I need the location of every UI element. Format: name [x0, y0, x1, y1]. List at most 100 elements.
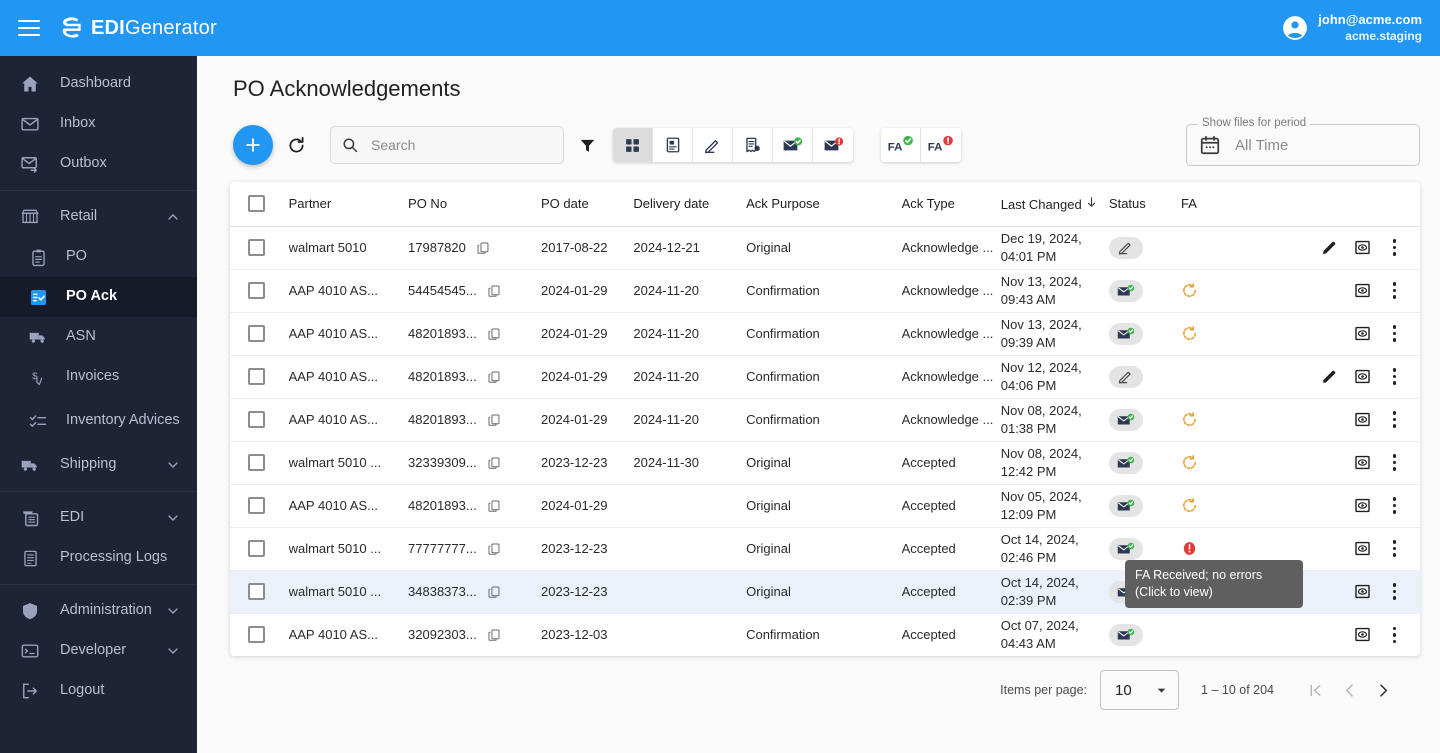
- fa-ok-filter-button[interactable]: FA: [881, 128, 921, 162]
- row-more-menu-button[interactable]: [1387, 625, 1403, 646]
- header-po-date[interactable]: PO date: [541, 182, 634, 227]
- view-document-button[interactable]: [1354, 282, 1371, 299]
- copy-icon[interactable]: [476, 241, 490, 255]
- add-new-button[interactable]: [233, 125, 273, 165]
- copy-icon[interactable]: [487, 499, 501, 513]
- row-more-menu-button[interactable]: [1387, 280, 1403, 301]
- row-more-menu-button[interactable]: [1387, 538, 1403, 559]
- status-badge[interactable]: [1108, 623, 1143, 646]
- copy-icon[interactable]: [487, 284, 501, 298]
- table-row[interactable]: AAP 4010 AS... 54454545... 2024-01-29 20…: [230, 269, 1420, 313]
- header-fa[interactable]: FA: [1181, 182, 1287, 227]
- status-badge[interactable]: [1108, 365, 1143, 388]
- table-row[interactable]: AAP 4010 AS... 48201893... 2024-01-29 20…: [230, 398, 1420, 442]
- copy-icon[interactable]: [487, 542, 501, 556]
- row-checkbox[interactable]: [248, 411, 265, 428]
- row-more-menu-button[interactable]: [1387, 366, 1403, 387]
- sidebar-item-po[interactable]: PO: [0, 237, 197, 277]
- status-badge[interactable]: [1108, 236, 1143, 259]
- view-document-button[interactable]: [1354, 454, 1371, 471]
- table-row[interactable]: walmart 5010 ... 32339309... 2023-12-23 …: [230, 441, 1420, 485]
- search-input[interactable]: [371, 137, 551, 153]
- sidebar-item-invoices[interactable]: $ Invoices: [0, 357, 197, 397]
- row-checkbox[interactable]: [248, 454, 265, 471]
- hamburger-menu-icon[interactable]: [18, 20, 40, 36]
- table-row[interactable]: walmart 5010 17987820 2017-08-22 2024-12…: [230, 226, 1420, 270]
- next-page-button[interactable]: [1366, 673, 1400, 707]
- fa-pending-icon[interactable]: [1181, 325, 1198, 342]
- row-checkbox[interactable]: [248, 282, 265, 299]
- select-all-checkbox[interactable]: [248, 195, 265, 213]
- copy-icon[interactable]: [487, 456, 501, 470]
- sidebar-item-shipping[interactable]: Shipping: [0, 445, 197, 485]
- row-checkbox[interactable]: [248, 368, 265, 385]
- view-document-button[interactable]: [1354, 411, 1371, 428]
- fa-pending-icon[interactable]: [1181, 454, 1198, 471]
- sidebar-item-po-ack[interactable]: PO Ack: [0, 277, 197, 317]
- items-per-page-select[interactable]: 10: [1100, 670, 1180, 710]
- view-document-button[interactable]: [1354, 583, 1371, 600]
- previous-page-button[interactable]: [1332, 673, 1366, 707]
- user-account-menu[interactable]: john@acme.com acme.staging: [1282, 0, 1422, 56]
- table-row[interactable]: AAP 4010 AS... 48201893... 2024-01-29 20…: [230, 355, 1420, 399]
- status-badge[interactable]: [1108, 279, 1143, 302]
- sidebar-item-outbox[interactable]: Outbox: [0, 144, 197, 184]
- table-row[interactable]: AAP 4010 AS... 48201893... 2024-01-29 20…: [230, 312, 1420, 356]
- period-filter-field[interactable]: Show files for period All Time: [1186, 117, 1420, 166]
- fa-error-icon[interactable]: [1181, 540, 1198, 557]
- fa-error-filter-button[interactable]: FA: [921, 128, 961, 162]
- sidebar-item-dashboard[interactable]: Dashboard: [0, 64, 197, 104]
- document-view-button[interactable]: [653, 128, 693, 162]
- sidebar-item-inventory-advices[interactable]: Inventory Advices: [0, 397, 197, 445]
- header-last-changed[interactable]: Last Changed: [1000, 182, 1109, 227]
- header-partner[interactable]: Partner: [288, 182, 409, 227]
- edit-row-button[interactable]: [1321, 239, 1338, 256]
- view-document-button[interactable]: [1354, 540, 1371, 557]
- row-more-menu-button[interactable]: [1387, 323, 1403, 344]
- fa-pending-icon[interactable]: [1181, 282, 1198, 299]
- row-more-menu-button[interactable]: [1387, 452, 1403, 473]
- edit-row-button[interactable]: [1321, 368, 1338, 385]
- view-document-button[interactable]: [1354, 626, 1371, 643]
- sidebar-item-processing-logs[interactable]: Processing Logs: [0, 538, 197, 578]
- sidebar-item-inbox[interactable]: Inbox: [0, 104, 197, 144]
- copy-icon[interactable]: [487, 585, 501, 599]
- copy-icon[interactable]: [487, 370, 501, 384]
- row-checkbox[interactable]: [248, 583, 265, 600]
- status-badge[interactable]: [1108, 408, 1143, 431]
- row-checkbox[interactable]: [248, 239, 265, 256]
- sidebar-item-administration[interactable]: Administration: [0, 591, 197, 631]
- row-checkbox[interactable]: [248, 626, 265, 644]
- status-badge[interactable]: [1108, 537, 1143, 560]
- edit-view-button[interactable]: [693, 128, 733, 162]
- table-row[interactable]: AAP 4010 AS... 48201893... 2024-01-29 Or…: [230, 484, 1420, 528]
- view-document-button[interactable]: [1354, 368, 1371, 385]
- search-field[interactable]: [330, 126, 564, 164]
- filter-button[interactable]: [570, 126, 604, 164]
- row-checkbox[interactable]: [248, 540, 265, 557]
- sent-error-filter-button[interactable]: [813, 128, 853, 162]
- view-document-button[interactable]: [1354, 325, 1371, 342]
- row-checkbox[interactable]: [248, 325, 265, 342]
- sidebar-item-logout[interactable]: Logout: [0, 671, 197, 711]
- row-checkbox[interactable]: [248, 497, 265, 514]
- status-badge[interactable]: [1108, 322, 1143, 345]
- sent-ok-filter-button[interactable]: [773, 128, 813, 162]
- first-page-button[interactable]: [1298, 673, 1332, 707]
- fa-pending-icon[interactable]: [1181, 411, 1198, 428]
- header-delivery-date[interactable]: Delivery date: [633, 182, 747, 227]
- app-logo[interactable]: EDIGenerator: [60, 16, 217, 40]
- header-ack-purpose[interactable]: Ack Purpose: [746, 182, 902, 227]
- refresh-button[interactable]: [276, 125, 316, 165]
- status-badge[interactable]: [1108, 494, 1143, 517]
- table-row[interactable]: AAP 4010 AS... 32092303... 2023-12-03 Co…: [230, 613, 1420, 656]
- view-document-button[interactable]: [1354, 239, 1371, 256]
- row-more-menu-button[interactable]: [1387, 237, 1403, 258]
- header-status[interactable]: Status: [1108, 182, 1182, 227]
- view-document-button[interactable]: [1354, 497, 1371, 514]
- status-badge[interactable]: [1108, 451, 1143, 474]
- row-more-menu-button[interactable]: [1387, 409, 1403, 430]
- row-more-menu-button[interactable]: [1387, 495, 1403, 516]
- sidebar-item-developer[interactable]: Developer: [0, 631, 197, 671]
- sidebar-item-edi[interactable]: EDI: [0, 498, 197, 538]
